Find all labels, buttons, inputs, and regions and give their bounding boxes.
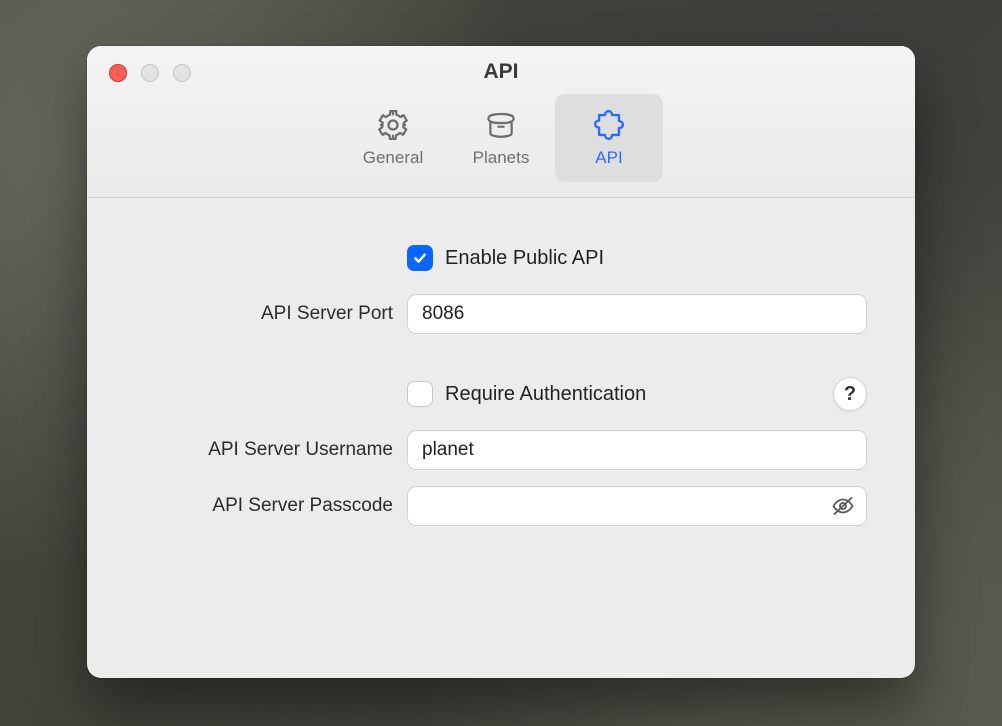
close-button[interactable] <box>109 64 127 82</box>
zoom-button[interactable] <box>173 64 191 82</box>
minimize-button[interactable] <box>141 64 159 82</box>
username-label: API Server Username <box>135 439 407 461</box>
tab-label: API <box>595 148 622 168</box>
enable-api-label: Enable Public API <box>445 247 604 270</box>
titlebar: API General <box>87 46 915 198</box>
help-button[interactable]: ? <box>833 377 867 411</box>
port-input[interactable] <box>407 294 867 334</box>
require-auth-checkbox[interactable] <box>407 381 433 407</box>
archive-icon <box>482 108 520 142</box>
tab-label: General <box>363 148 423 168</box>
passcode-label: API Server Passcode <box>135 495 407 517</box>
port-label: API Server Port <box>135 303 407 325</box>
passcode-input[interactable] <box>407 486 867 526</box>
tab-api[interactable]: API <box>555 94 663 182</box>
preferences-window: API General <box>87 46 915 678</box>
eye-slash-icon[interactable] <box>831 494 855 518</box>
require-auth-label: Require Authentication <box>445 383 646 406</box>
tab-panel-api: Enable Public API API Server Port Requir… <box>87 198 915 678</box>
tab-planets[interactable]: Planets <box>447 94 555 182</box>
username-input[interactable] <box>407 430 867 470</box>
window-traffic-lights <box>109 64 191 82</box>
puzzle-icon <box>590 108 628 142</box>
tab-general[interactable]: General <box>339 94 447 182</box>
tab-label: Planets <box>473 148 530 168</box>
gear-icon <box>374 108 412 142</box>
enable-api-checkbox[interactable] <box>407 245 433 271</box>
toolbar-tabs: General Planets API <box>339 94 663 182</box>
window-title: API <box>483 60 518 84</box>
